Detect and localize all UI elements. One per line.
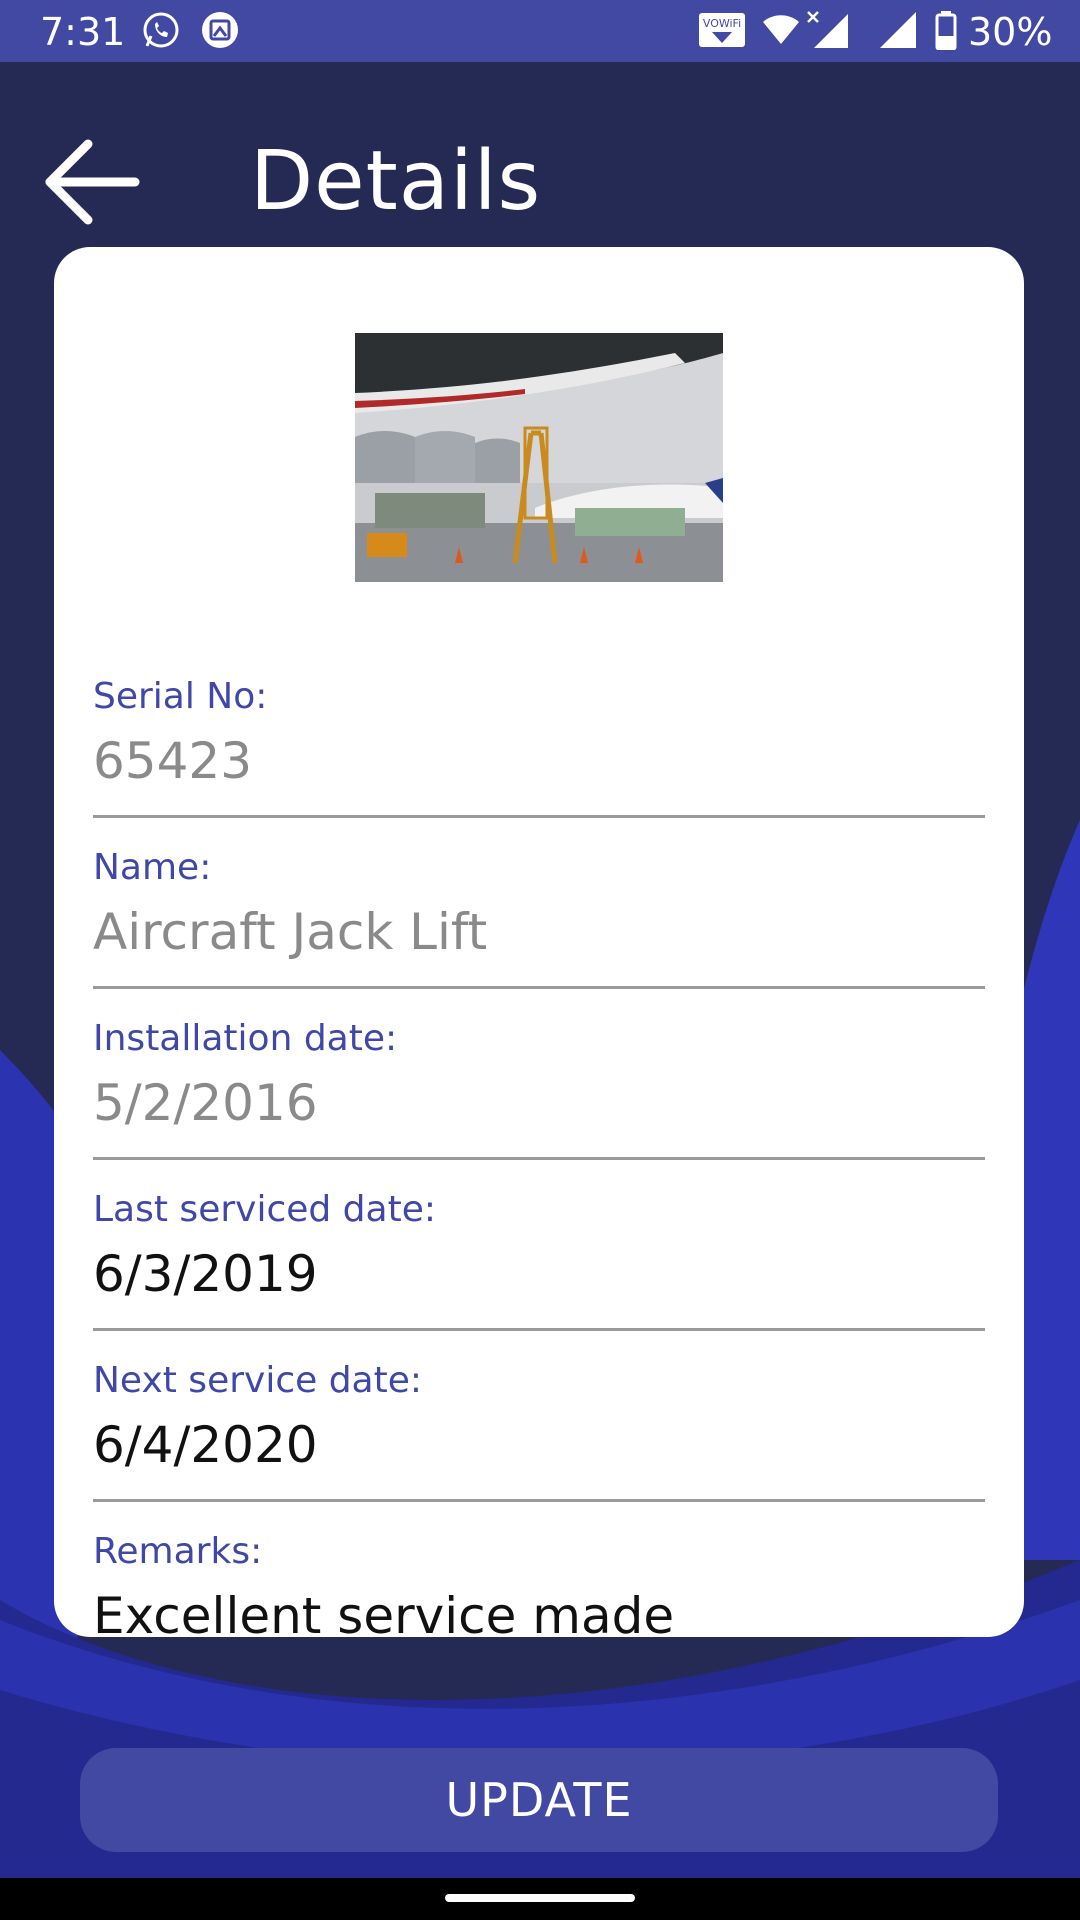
image-notification-icon bbox=[202, 12, 238, 48]
details-card: Serial No: 65423 Name: Aircraft Jack Lif… bbox=[54, 247, 1024, 1637]
svg-text:VOWiFi: VOWiFi bbox=[703, 17, 741, 30]
installation-field: Installation date: 5/2/2016 bbox=[93, 1014, 986, 1136]
last-serviced-field[interactable]: Last serviced date: 6/3/2019 bbox=[93, 1185, 986, 1307]
arrow-left-icon bbox=[45, 139, 140, 225]
update-button[interactable]: UPDATE bbox=[80, 1748, 998, 1852]
last-serviced-label: Last serviced date: bbox=[93, 1189, 436, 1230]
serial-field: Serial No: 65423 bbox=[93, 672, 986, 794]
remarks-value[interactable]: Excellent service made bbox=[93, 1583, 986, 1637]
name-value: Aircraft Jack Lift bbox=[93, 903, 488, 961]
next-service-field[interactable]: Next service date: 6/4/2020 bbox=[93, 1356, 986, 1478]
next-service-label: Next service date: bbox=[93, 1360, 423, 1401]
app-bar: Details bbox=[0, 62, 1080, 247]
battery-icon bbox=[935, 11, 957, 50]
installation-label: Installation date: bbox=[93, 1018, 398, 1059]
name-label: Name: bbox=[93, 847, 212, 888]
last-serviced-value[interactable]: 6/3/2019 bbox=[93, 1241, 986, 1307]
home-indicator[interactable] bbox=[445, 1894, 635, 1902]
divider bbox=[93, 1499, 985, 1502]
serial-label: Serial No: bbox=[93, 676, 268, 717]
status-time: 7:31 bbox=[40, 10, 126, 54]
remarks-field[interactable]: Remarks: Excellent service made bbox=[93, 1527, 986, 1637]
whatsapp-icon bbox=[143, 12, 179, 48]
remarks-label: Remarks: bbox=[93, 1531, 263, 1572]
signal-icon bbox=[880, 12, 916, 48]
navigation-bar bbox=[0, 1878, 1080, 1920]
divider bbox=[93, 815, 985, 818]
page-title: Details bbox=[250, 134, 542, 229]
next-service-value[interactable]: 6/4/2020 bbox=[93, 1412, 986, 1478]
installation-value: 5/2/2016 bbox=[93, 1074, 318, 1132]
divider bbox=[93, 1328, 985, 1331]
signal-x-icon bbox=[807, 11, 848, 48]
divider bbox=[93, 986, 985, 989]
vowifi-icon: VOWiFi bbox=[699, 13, 745, 47]
equipment-photo bbox=[355, 333, 723, 582]
battery-percent: 30% bbox=[968, 10, 1053, 54]
divider bbox=[93, 1157, 985, 1160]
serial-value: 65423 bbox=[93, 732, 253, 790]
wifi-icon bbox=[763, 15, 799, 44]
back-button[interactable] bbox=[40, 132, 150, 232]
name-field: Name: Aircraft Jack Lift bbox=[93, 843, 986, 965]
status-bar: 7:31 VOWiFi 30% bbox=[0, 0, 1080, 62]
